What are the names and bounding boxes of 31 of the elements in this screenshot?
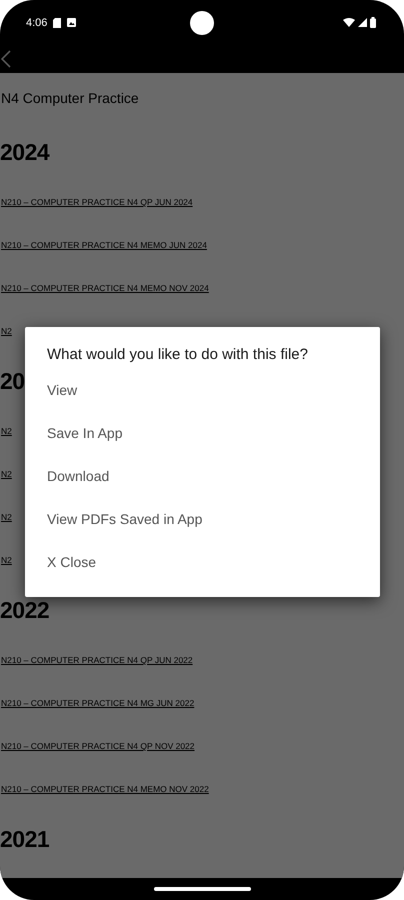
status-time: 4:06 [26,16,48,28]
year-heading: 20 [0,366,25,396]
dialog-option[interactable]: View [47,368,78,411]
file-link[interactable]: N210 – COMPUTER PRACTICE N4 QP JUN 2022 [1,655,193,665]
file-link[interactable]: N2 [1,469,12,479]
file-link[interactable]: N210 – COMPUTER PRACTICE N4 MEMO JUN 2024 [1,240,207,250]
file-link[interactable]: N2 [1,426,12,436]
page-title: N4 Computer Practice [0,89,139,108]
file-link[interactable]: N210 – COMPUTER PRACTICE N4 QP JUN 2024 [1,197,193,207]
battery-icon [370,17,376,28]
signal-icon [358,18,367,27]
image-icon [67,18,76,27]
dialog-option[interactable]: Save In App [47,411,123,454]
file-link[interactable]: N210 – COMPUTER PRACTICE N4 MG JUN 2022 [1,698,194,708]
file-link[interactable]: N2 [1,326,12,336]
dialog-option[interactable]: View PDFs Saved in App [47,497,202,540]
dialog-option[interactable]: Download [47,454,110,497]
sd-card-icon [53,18,62,28]
file-link[interactable]: N210 – COMPUTER PRACTICE N4 MEMO NOV 2022 [1,784,209,794]
year-heading: 2022 [0,596,50,624]
dialog-title: What would you like to do with this file? [47,345,308,365]
camera-cutout [190,11,214,35]
file-link[interactable]: N210 – COMPUTER PRACTICE N4 QP NOV 2022 [1,741,195,751]
file-link[interactable]: N210 – COMPUTER PRACTICE N4 MEMO NOV 2024 [1,283,209,293]
year-heading: 2024 [0,138,50,166]
back-icon[interactable] [1,50,11,68]
file-link[interactable]: N2 [1,555,12,565]
dialog-option[interactable]: X Close [47,540,96,583]
year-heading: 2021 [0,824,50,854]
file-link[interactable]: N2 [1,512,12,522]
wifi-icon [343,18,355,27]
